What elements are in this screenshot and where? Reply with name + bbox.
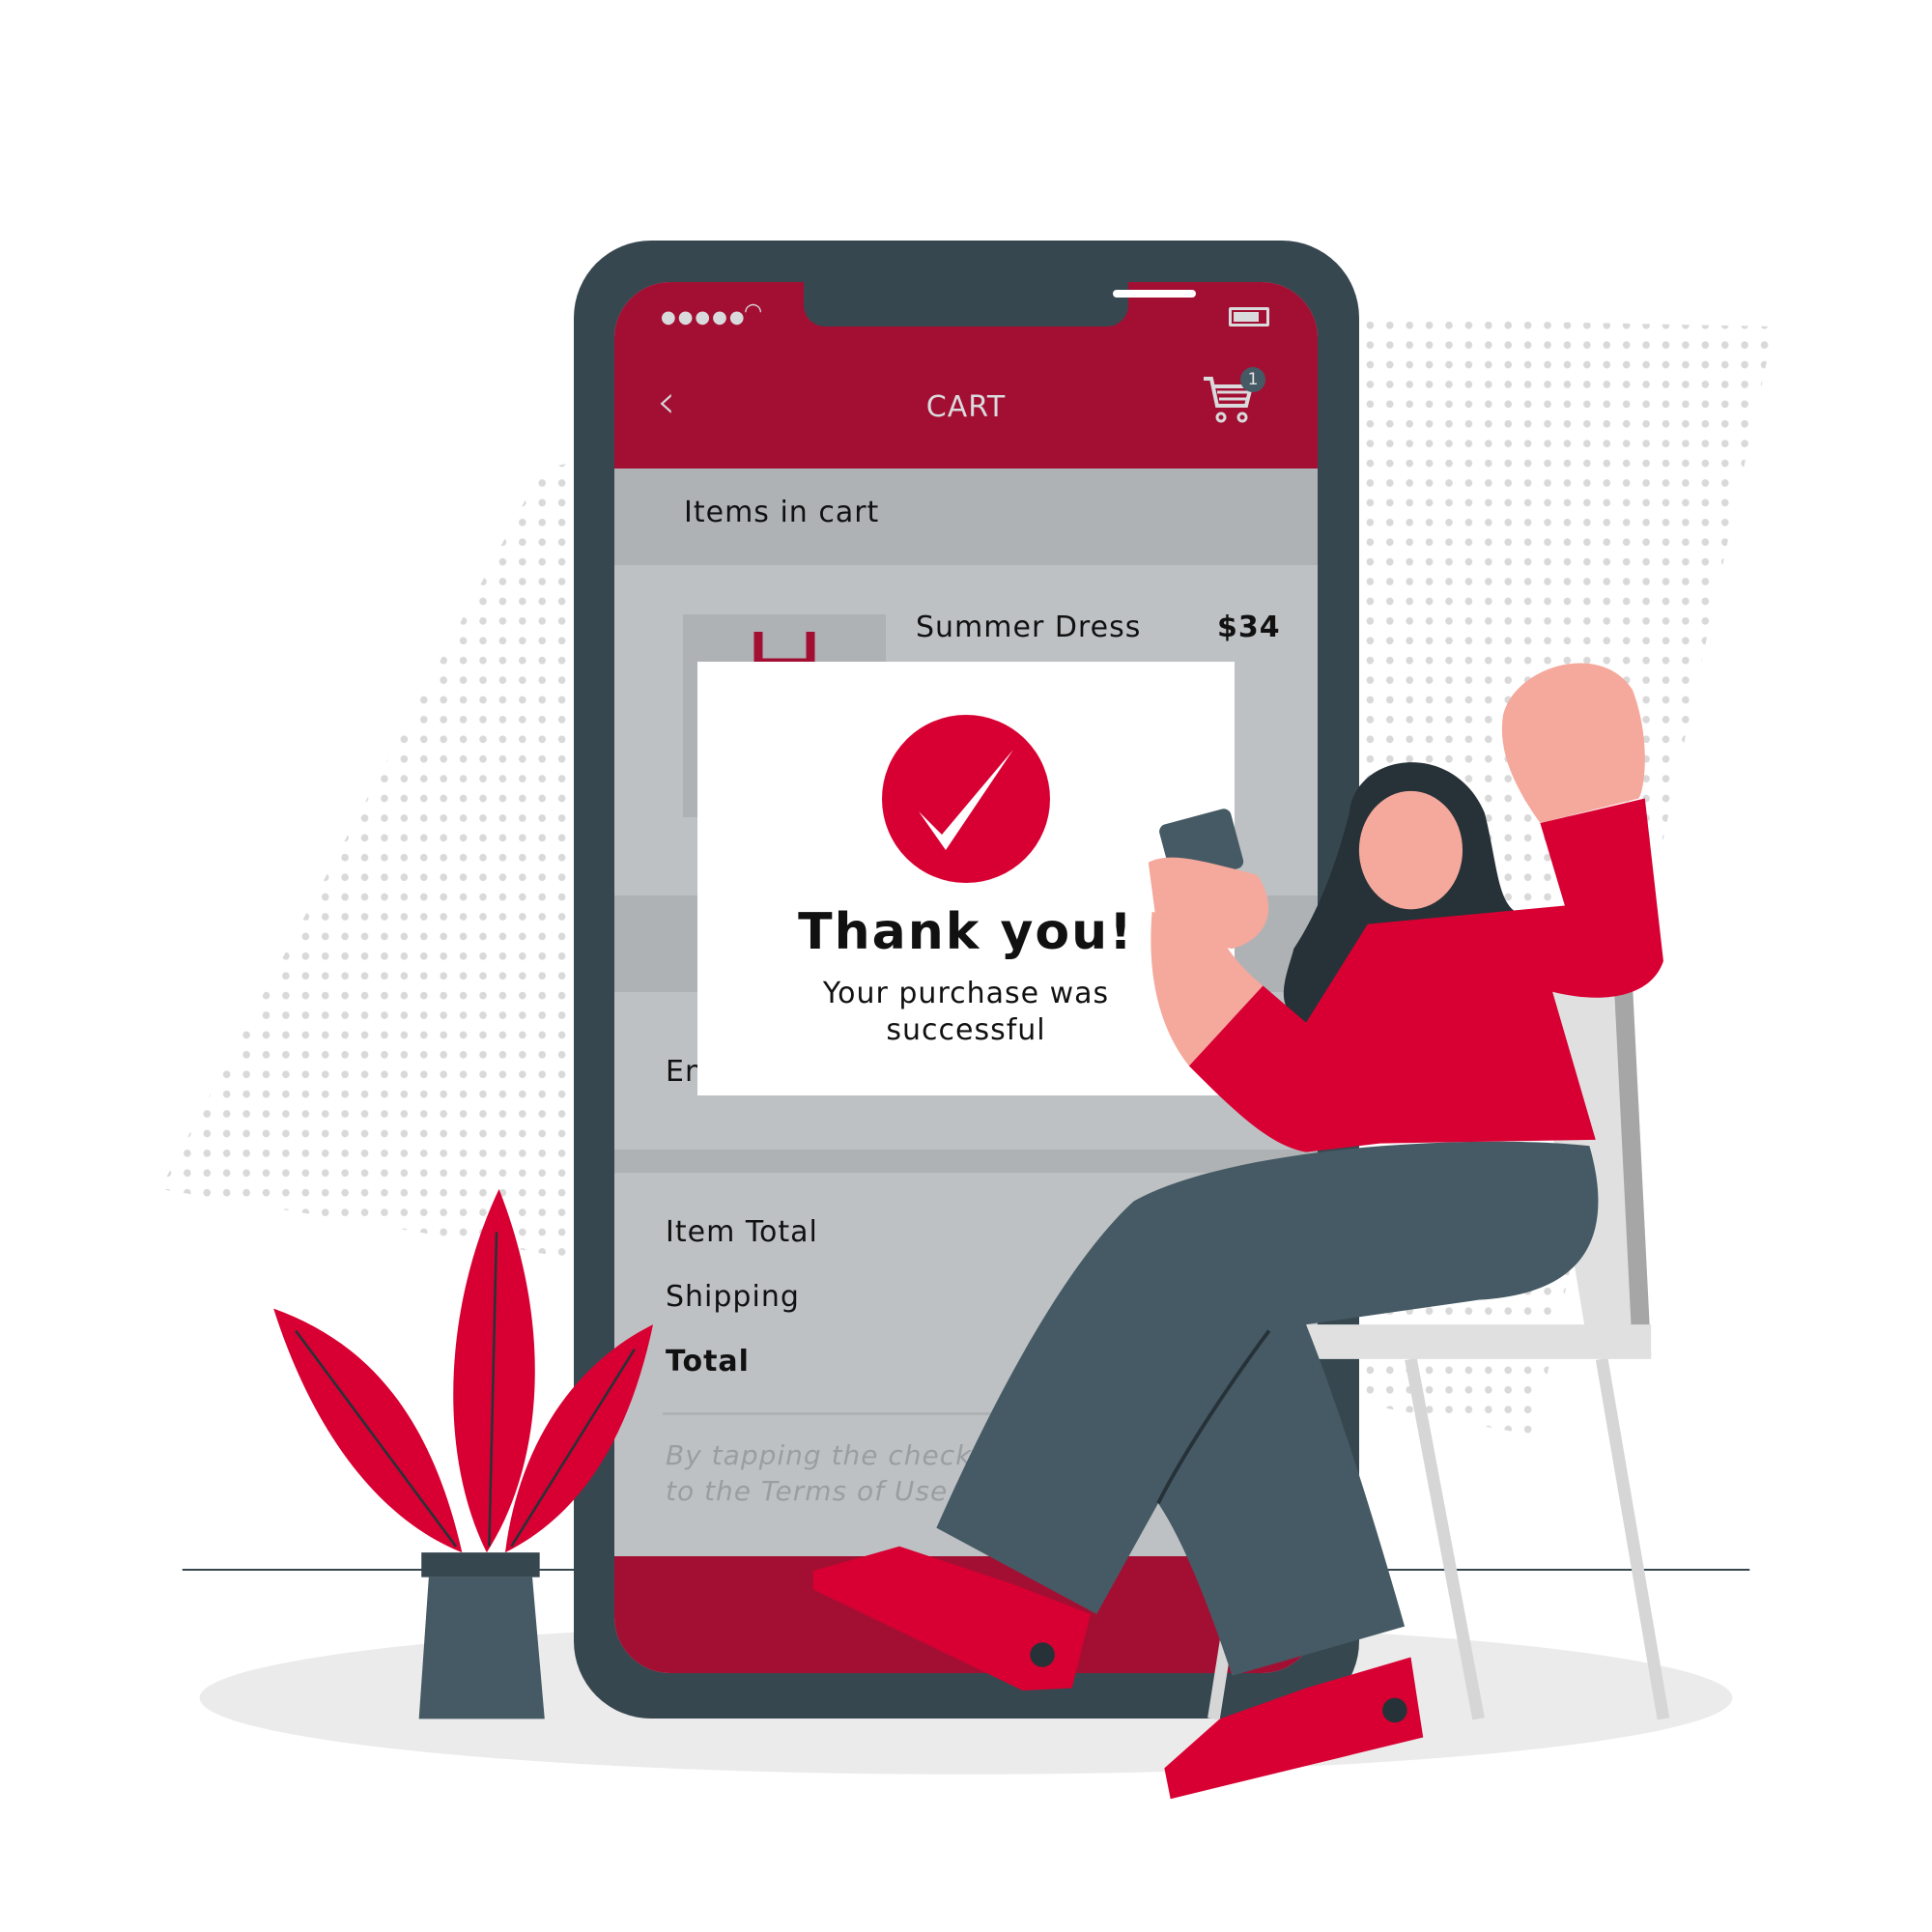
pot-rim <box>421 1552 540 1577</box>
shoe <box>1164 1657 1424 1800</box>
woman <box>812 663 1663 1800</box>
plant <box>273 1188 654 1719</box>
raised-hand <box>1501 663 1645 824</box>
phone-hand <box>1148 857 1269 950</box>
pot <box>418 1577 545 1719</box>
foreground-illustration <box>273 663 1670 1800</box>
head <box>1358 790 1463 910</box>
